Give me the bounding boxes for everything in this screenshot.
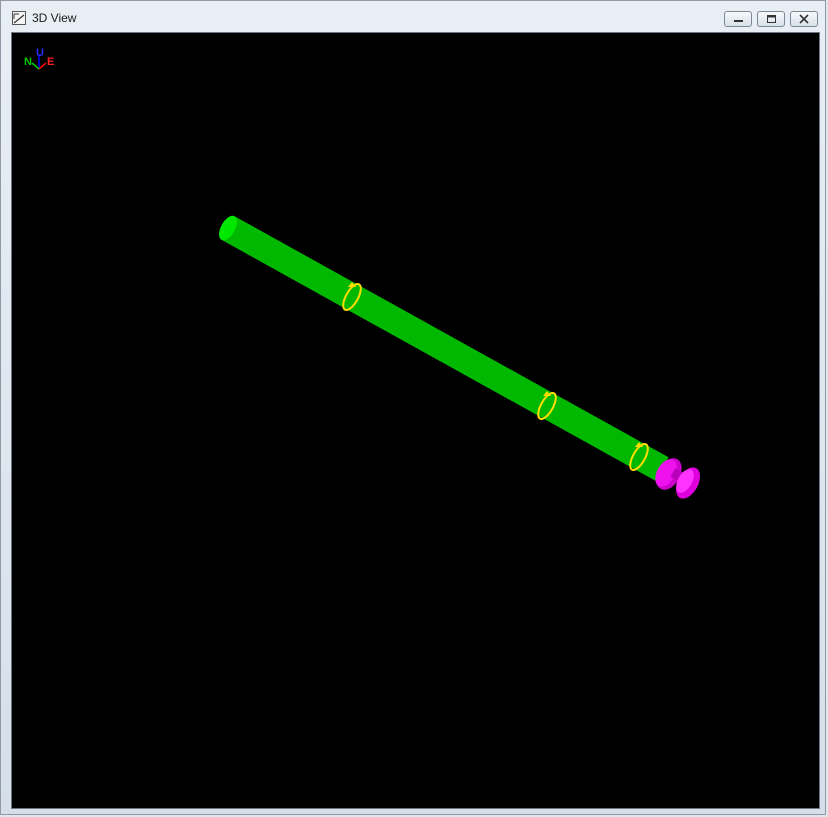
pipe-model[interactable] <box>215 213 669 481</box>
close-button[interactable] <box>790 11 818 27</box>
3d-view-app-icon <box>12 11 26 25</box>
title-bar[interactable]: 3D View <box>1 1 825 32</box>
close-icon <box>799 14 809 24</box>
restore-icon <box>767 15 776 23</box>
east-axis-line <box>38 62 47 70</box>
3d-viewport[interactable]: N U E <box>11 32 820 809</box>
east-label: E <box>47 56 54 68</box>
window-title: 3D View <box>32 11 77 25</box>
restore-button[interactable] <box>757 11 785 27</box>
pipe-body[interactable] <box>221 216 669 481</box>
minimize-icon <box>734 20 743 22</box>
up-label: U <box>36 47 44 59</box>
minimize-button[interactable] <box>724 11 752 27</box>
north-label: N <box>24 56 32 68</box>
scene-canvas[interactable]: N U E <box>12 33 819 808</box>
orientation-triad: N U E <box>24 47 54 70</box>
north-axis-line <box>31 62 40 70</box>
window-3d-view: 3D View N U E <box>0 0 826 815</box>
